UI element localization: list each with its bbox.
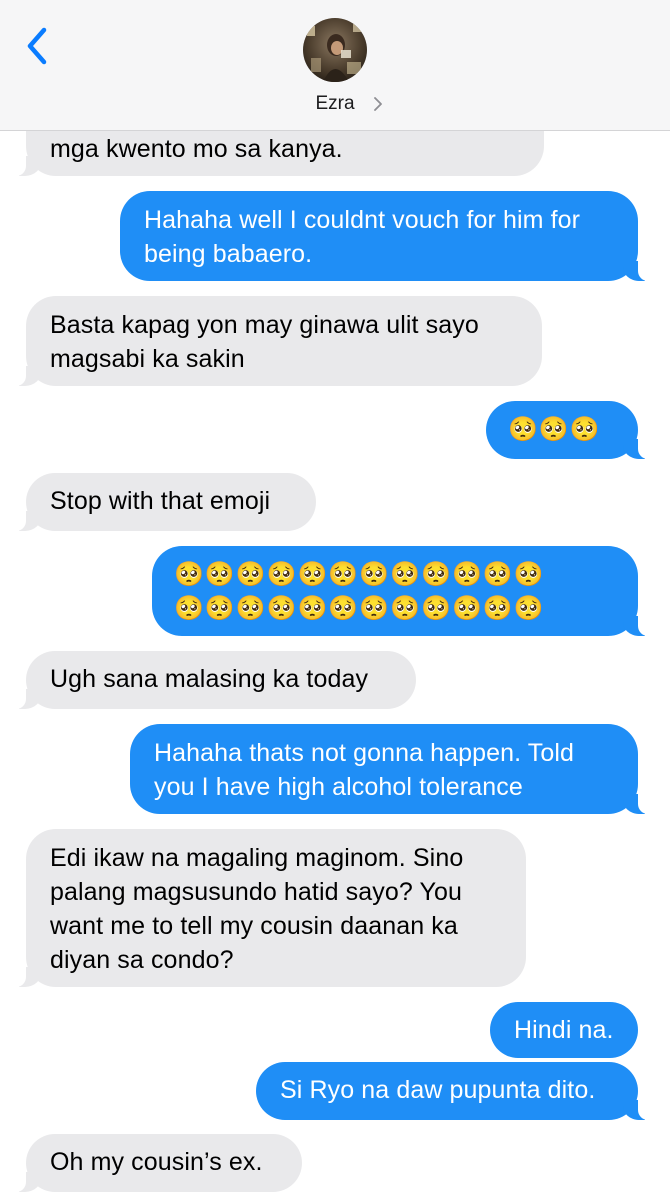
message-line: being babaero.: [144, 240, 313, 268]
message-text: mga kwento mo sa kanya.: [50, 135, 343, 163]
avatar[interactable]: [303, 18, 367, 82]
chevron-left-icon: [27, 27, 47, 65]
pleading-face-emoji: 🥺🥺🥺: [508, 416, 601, 443]
message-sent[interactable]: 🥺🥺🥺🥺🥺🥺🥺🥺🥺🥺🥺🥺 🥺🥺🥺🥺🥺🥺🥺🥺🥺🥺🥺🥺: [152, 546, 648, 636]
chevron-right-icon: [373, 97, 382, 111]
message-line: diyan sa condo?: [50, 946, 234, 974]
message-line: Basta kapag yon may ginawa ulit sayo: [50, 311, 479, 339]
back-button[interactable]: [22, 26, 52, 66]
pleading-face-emoji-row: 🥺🥺🥺🥺🥺🥺🥺🥺🥺🥺🥺🥺: [174, 561, 545, 588]
message-received[interactable]: Ugh sana malasing ka today: [16, 651, 416, 709]
message-line: magsabi ka sakin: [50, 345, 245, 373]
message-received[interactable]: Edi ikaw na magaling maginom. Sino palan…: [16, 829, 526, 987]
message-received[interactable]: Stop with that emoji: [16, 473, 316, 531]
message-sent[interactable]: Hindi na.: [490, 1002, 638, 1058]
avatar-photo: [303, 18, 367, 82]
message-text: Si Ryo na daw pupunta dito.: [280, 1076, 596, 1104]
message-line: Hahaha thats not gonna happen. Told: [154, 739, 575, 767]
message-received[interactable]: Oh my cousin’s ex.: [16, 1134, 302, 1192]
contact-name: Ezra: [315, 93, 355, 114]
message-text: Stop with that emoji: [50, 487, 271, 515]
pleading-face-emoji-row: 🥺🥺🥺🥺🥺🥺🥺🥺🥺🥺🥺🥺: [174, 595, 545, 622]
message-line: want me to tell my cousin daanan ka: [50, 912, 458, 940]
message-line: Edi ikaw na magaling maginom. Sino: [50, 844, 464, 872]
message-text: Ugh sana malasing ka today: [50, 665, 369, 693]
message-text: Oh my cousin’s ex.: [50, 1148, 263, 1176]
message-received[interactable]: Basta kapag yon may ginawa ulit sayo mag…: [16, 296, 542, 386]
message-sent[interactable]: Si Ryo na daw pupunta dito.: [256, 1062, 648, 1120]
contact-info-button[interactable]: Ezra: [287, 93, 382, 115]
message-line: you I have high alcohol tolerance: [154, 773, 523, 801]
message-sent[interactable]: Hahaha well I couldnt vouch for him for …: [120, 191, 648, 281]
message-text: Hindi na.: [514, 1016, 614, 1044]
contact-name-row[interactable]: Ezra: [0, 90, 670, 118]
message-line: palang magsusundo hatid sayo? You: [50, 878, 462, 906]
message-line: Hahaha well I couldnt vouch for him for: [144, 206, 581, 234]
message-sent[interactable]: Hahaha thats not gonna happen. Told you …: [130, 724, 648, 814]
message-sent[interactable]: 🥺🥺🥺: [486, 401, 648, 459]
conversation-header: Ezra: [0, 0, 670, 131]
